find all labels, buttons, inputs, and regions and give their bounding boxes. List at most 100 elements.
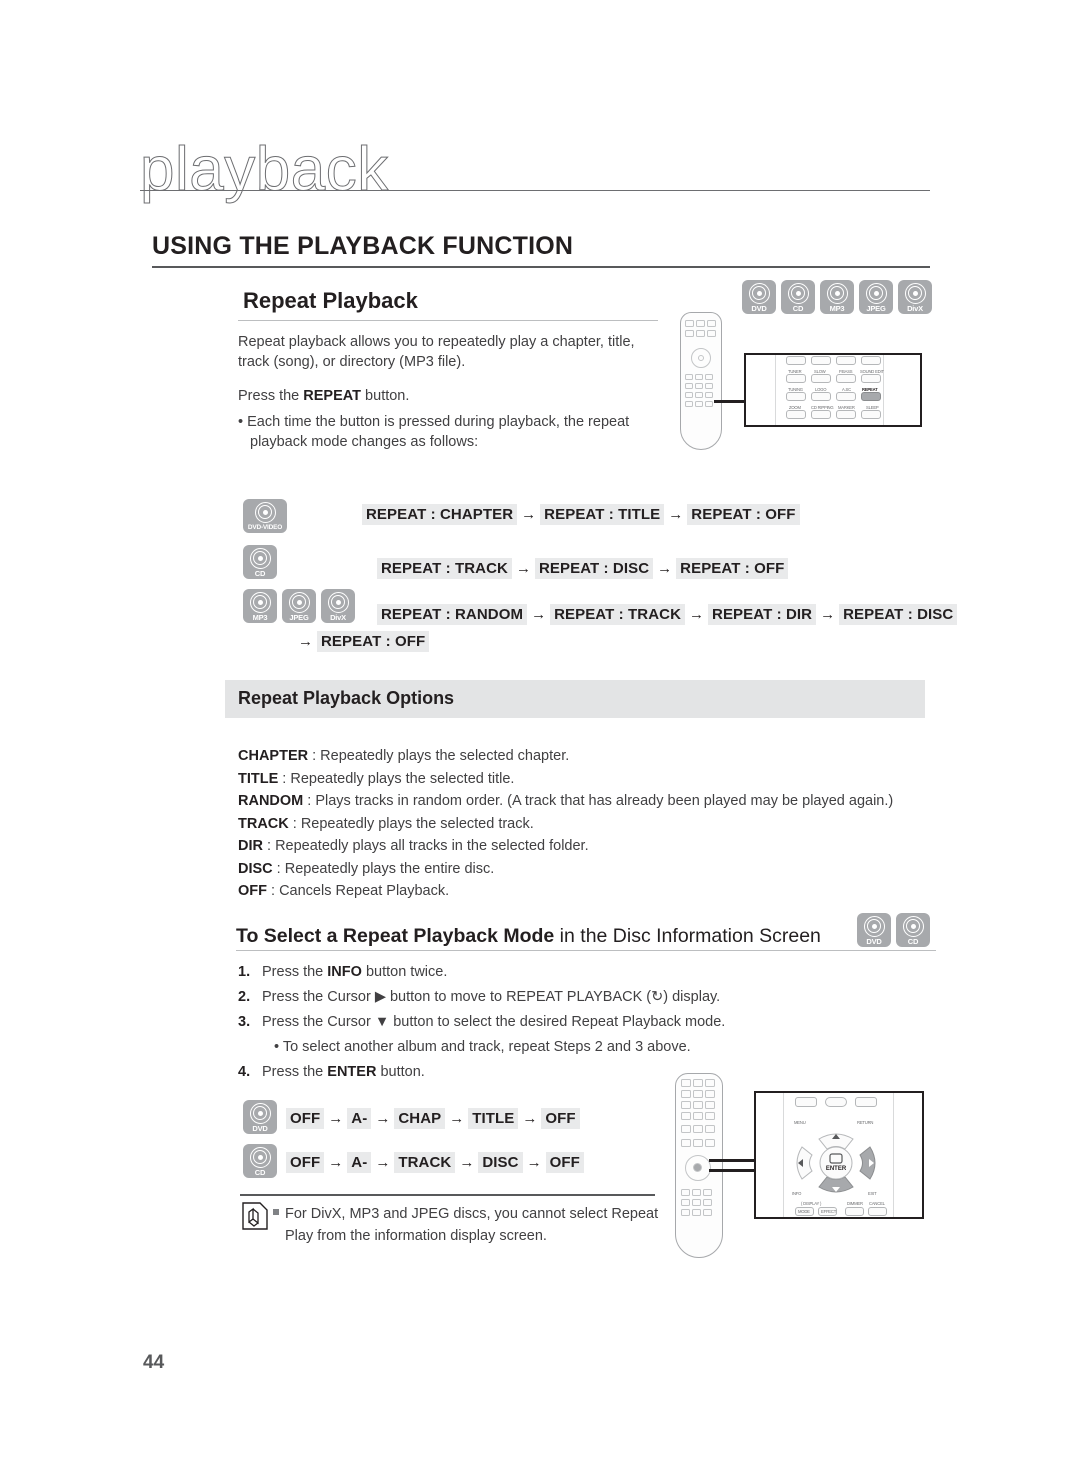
arrow-icon: → [449, 1110, 465, 1127]
arrow-icon: → [459, 1154, 475, 1171]
remote-key [692, 1189, 701, 1196]
sequence-chip: CHAP [394, 1108, 446, 1129]
option-desc: : Plays tracks in random order. (A track… [303, 793, 894, 809]
disc-badge-dvd: DVD [243, 1100, 277, 1134]
remote-key-effect[interactable] [811, 356, 831, 365]
sequence-chip: OFF [286, 1152, 325, 1173]
remote-key-mute[interactable] [825, 1097, 847, 1107]
disc-icon [863, 915, 885, 937]
repeat-bullet: • Each time the button is pressed during… [238, 414, 630, 450]
remote-key-tuner[interactable] [786, 374, 806, 383]
disc-badge-label: DVD [866, 936, 882, 946]
remote-key-cd-ripping[interactable] [811, 410, 831, 419]
disc-icon [787, 282, 809, 304]
callout-divider [883, 355, 884, 425]
remote-key-repeat-highlighted[interactable] [861, 392, 881, 401]
substep-text: • To select another album and track, rep… [274, 1039, 691, 1055]
remote-key-asc[interactable] [836, 392, 856, 401]
arrow-icon: → [375, 1154, 391, 1171]
remote-key [696, 330, 705, 337]
disc-badge-jpeg: JPEG [859, 280, 893, 314]
remote-key-tuning[interactable] [786, 392, 806, 401]
remote-key-logo[interactable] [811, 392, 831, 401]
step-item: 2. Press the Cursor ▶ button to move to … [238, 985, 938, 1010]
remote-key-zoom[interactable] [786, 410, 806, 419]
remote-key-label-exit: EXIT [868, 1191, 877, 1196]
remote-key [681, 1199, 690, 1206]
arrow-icon: → [515, 560, 531, 577]
remote-key-3 [705, 1079, 715, 1087]
page-number: 44 [143, 1352, 165, 1373]
remote-key-label-cancel: CANCEL [869, 1201, 885, 1206]
arrow-icon: → [657, 560, 673, 577]
disc-icon [249, 591, 271, 613]
section-title: USING THE PLAYBACK FUNCTION [152, 232, 574, 260]
remote-illustration-top: MODE TUNER SLOW P.BASS SOUND EDIT TUNING… [672, 312, 942, 462]
sequence-chip: REPEAT : DISC [839, 604, 958, 625]
callout-leader-line [709, 1159, 755, 1162]
remote-key-marker[interactable] [836, 410, 856, 419]
sequence-row-cd: REPEAT : TRACK → REPEAT : DISC → REPEAT … [377, 558, 789, 579]
to-select-divider [236, 950, 936, 951]
step-bold: ENTER [327, 1064, 377, 1080]
remote-key-slow[interactable] [811, 374, 831, 383]
to-select-heading-bold: To Select a Repeat Playback Mode [236, 925, 555, 947]
remote-enter-key [698, 355, 704, 361]
remote-key-sound-edit[interactable] [861, 374, 881, 383]
disc-badge-row-top: DVD CD MP3 JPEG DivX [742, 280, 932, 314]
remote-key [685, 383, 693, 389]
to-select-heading-rest: in the Disc Information Screen [554, 925, 821, 947]
press-repeat-line: Press the REPEAT button. [238, 386, 658, 406]
disc-badge-mp3: MP3 [820, 280, 854, 314]
sequence-chip: REPEAT : TRACK [550, 604, 686, 625]
step-pre: Press the Cursor ▼ button to select the … [262, 1014, 726, 1030]
disc-badge-label: MP3 [252, 612, 268, 622]
step-number: 3. [238, 1014, 251, 1030]
remote-key [685, 320, 694, 327]
remote-enter-key [693, 1163, 702, 1172]
disc-badge-dvd: DVD [742, 280, 776, 314]
option-term: DIR [238, 838, 263, 854]
arrow-icon: → [820, 606, 836, 623]
remote-key-mode[interactable] [786, 356, 806, 365]
option-term: TRACK [238, 815, 289, 832]
step-post: button twice. [361, 964, 448, 980]
remote-key [707, 320, 716, 327]
remote-key-pbass[interactable] [836, 374, 856, 383]
remote-key-volume-down[interactable] [795, 1097, 817, 1107]
disc-badge-cd: CD [896, 913, 930, 947]
remote-key-label: MODE [798, 1209, 810, 1214]
to-select-heading: To Select a Repeat Playback Mode in the … [236, 925, 821, 948]
remote-key-9 [705, 1101, 715, 1109]
bottom-sequence-row-dvd: OFF → A- → CHAP → TITLE → OFF [286, 1108, 580, 1129]
masthead: playback [140, 137, 930, 208]
note-divider [240, 1194, 655, 1196]
sequence-badges-mp3-jpeg-divx: MP3 JPEG DivX [243, 589, 355, 623]
remote-key [703, 1209, 712, 1216]
disc-badge-cd: CD [243, 545, 277, 579]
remote-key-blank[interactable] [836, 356, 856, 365]
remote-key-sleep[interactable] [861, 410, 881, 419]
sequence-badges-cd: CD [243, 545, 277, 579]
step-item: 3. Press the Cursor ▼ button to select t… [238, 1010, 938, 1035]
remote-key [703, 1189, 712, 1196]
remote-key [685, 392, 693, 398]
sequence-chip: REPEAT : OFF [676, 558, 789, 579]
remote-key-channel-down[interactable] [855, 1097, 877, 1107]
disc-badge-cd: CD [781, 280, 815, 314]
remote-key-label: EFFECT [821, 1209, 837, 1214]
remote-key-repeat [695, 392, 703, 398]
disc-badge-label: DVD [252, 1123, 268, 1133]
remote-key-dimmer[interactable] [845, 1207, 864, 1216]
sequence-row-mp3: REPEAT : RANDOM → REPEAT : TRACK → REPEA… [377, 604, 958, 625]
disc-badge-label: CD [907, 936, 919, 946]
step-number: 1. [238, 964, 251, 980]
callout-divider [783, 1093, 784, 1217]
masthead-divider [140, 190, 930, 191]
remote-key-power[interactable] [861, 356, 881, 365]
remote-display-group-label: ( DISPLAY ) [801, 1201, 822, 1206]
remote-key [692, 1209, 701, 1216]
sequence-chip: OFF [541, 1108, 580, 1129]
remote-key-cancel[interactable] [868, 1207, 887, 1216]
disc-icon [904, 282, 926, 304]
